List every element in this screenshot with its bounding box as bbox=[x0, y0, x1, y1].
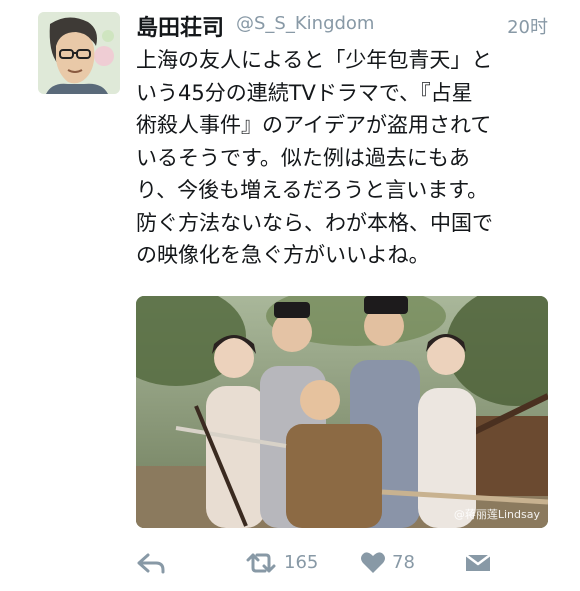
tweet-text-line: の映像化を急ぐ方がいいよね。 bbox=[136, 243, 430, 267]
avatar-portrait-icon bbox=[38, 12, 120, 94]
drama-still-image bbox=[136, 296, 548, 528]
reply-button[interactable] bbox=[136, 548, 166, 578]
display-name[interactable]: 島田荘司 bbox=[136, 10, 224, 42]
tweet-text-line: 術殺人事件』のアイデアが盗用されて bbox=[136, 113, 492, 137]
heart-icon bbox=[361, 552, 385, 573]
tweet-text-line: いう45分の連続TVドラマで、『占星 bbox=[136, 80, 473, 105]
retweet-button[interactable]: 165 bbox=[244, 548, 318, 578]
tweet-text-line: いるそうです。似た例は過去にもあ bbox=[136, 145, 470, 170]
avatar[interactable] bbox=[38, 12, 120, 94]
tweet-card[interactable]: 島田荘司 @S_S_Kingdom 20时 上海の友人によると「少年包青天」と … bbox=[0, 0, 580, 591]
tweet-text-line: 防ぐ方法ないなら、わが本格、中国で bbox=[136, 210, 493, 235]
like-button[interactable]: 78 bbox=[360, 548, 415, 578]
media-watermark: @蒋丽莲Lindsay bbox=[453, 508, 540, 521]
retweet-icon bbox=[246, 553, 276, 573]
tweet-media-photo[interactable]: @蒋丽莲Lindsay bbox=[136, 296, 548, 528]
retweet-count: 165 bbox=[284, 552, 319, 573]
like-count: 78 bbox=[392, 552, 415, 573]
tweet-text: 上海の友人によると「少年包青天」と いう45分の連続TVドラマで、『占星 術殺人… bbox=[136, 44, 556, 272]
tweet-text-line: り、今後も増えるだろうと言います。 bbox=[136, 178, 489, 202]
reply-icon bbox=[137, 553, 165, 574]
tweet-actions: 165 78 bbox=[136, 548, 556, 578]
user-handle[interactable]: @S_S_Kingdom bbox=[236, 13, 374, 34]
tweet-header: 島田荘司 @S_S_Kingdom 20时 bbox=[136, 10, 556, 42]
tweet-text-line: 上海の友人によると「少年包青天」と bbox=[136, 48, 493, 72]
timestamp[interactable]: 20时 bbox=[507, 13, 548, 39]
direct-message-icon bbox=[465, 554, 491, 571]
direct-message-button[interactable] bbox=[464, 548, 492, 578]
